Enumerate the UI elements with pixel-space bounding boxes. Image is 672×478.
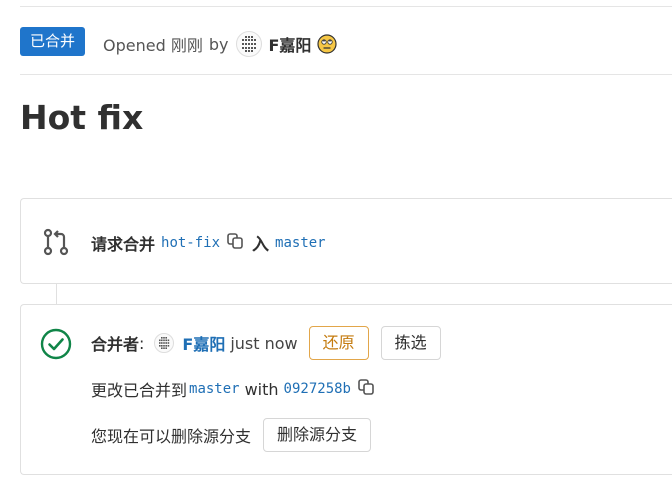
revert-button[interactable]: 还原 [308,326,369,360]
mr-branch-line: 请求合并 hot-fix 入 master [91,230,326,255]
status-badge: 已合并 [20,27,86,56]
author-name[interactable]: F嘉阳 [268,32,311,56]
merge-request-icon [42,228,70,260]
merged-by-row: 合并者: F嘉阳 just now 还原 拣选 [91,326,441,360]
merged-commit-row: 更改已合并到 master with 0927258b [91,377,374,401]
copy-branch-icon[interactable] [227,232,243,253]
into-symbol: 入 [252,235,270,255]
with-text: with [244,379,279,399]
delete-source-branch-button[interactable]: 删除源分支 [263,418,372,452]
copy-sha-icon[interactable] [358,379,374,399]
source-branch-link[interactable]: hot-fix [161,235,220,251]
face-with-rolling-eyes-icon [317,34,337,54]
target-branch-link[interactable]: master [275,235,326,251]
merge-request-label: 请求合并 [91,234,156,254]
merged-time: just now [230,333,298,353]
page-title: Hot fix [20,98,144,137]
delete-branch-hint: 您现在可以删除源分支 [91,427,252,446]
by-text: by [208,34,229,54]
merger-link[interactable]: F嘉阳 [182,331,225,355]
cherry-pick-button[interactable]: 拣选 [380,326,441,360]
header-bottom-divider [20,74,672,75]
check-circle-icon [40,328,72,364]
commit-sha-link[interactable]: 0927258b [284,381,351,397]
merged-target-branch-link[interactable]: master [189,381,240,397]
mr-meta: Opened 刚刚 by F嘉阳 [103,31,337,57]
opened-text: Opened 刚刚 [103,36,203,55]
timeline-connector [56,283,57,304]
merger-avatar[interactable] [154,333,175,353]
merged-by-label: 合并者 [91,335,140,354]
author-avatar[interactable] [236,31,263,57]
merged-by-colon: : [139,333,145,353]
header-top-divider [20,6,672,7]
delete-branch-row: 您现在可以删除源分支 删除源分支 [91,418,372,452]
changes-merged-text: 更改已合并到 [91,381,188,400]
